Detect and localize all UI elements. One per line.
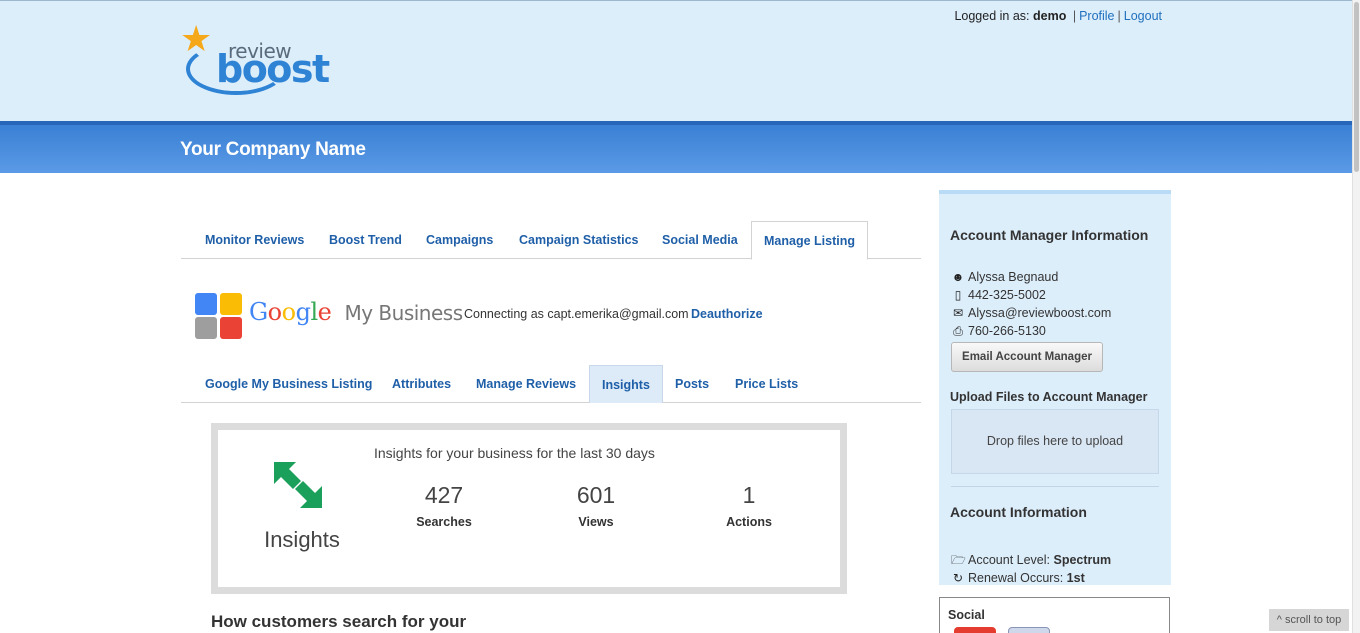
google-letter: l <box>310 298 318 326</box>
subtab-posts[interactable]: Posts <box>675 365 709 403</box>
deauthorize-link[interactable]: Deauthorize <box>691 307 763 321</box>
tab-manage-listing[interactable]: Manage Listing <box>751 221 868 260</box>
manager-phone-row: ▯ 442-325-5002 <box>951 287 1046 303</box>
account-manager-title: Account Manager Information <box>950 227 1149 243</box>
account-info-title: Account Information <box>950 504 1087 520</box>
manager-email: Alyssa@reviewboost.com <box>968 306 1112 320</box>
envelope-icon: ✉ <box>952 306 964 320</box>
metric-searches: 427 Searches <box>384 482 504 529</box>
logout-link[interactable]: Logout <box>1124 9 1162 23</box>
google-letter: e <box>317 298 332 326</box>
metric-value: 1 <box>742 482 756 508</box>
person-icon: ☻ <box>951 270 965 284</box>
manager-email-row: ✉ Alyssa@reviewboost.com <box>951 305 1111 321</box>
subtab-manage-reviews[interactable]: Manage Reviews <box>476 365 576 403</box>
renewal-value: 1st <box>1066 571 1085 585</box>
company-banner: Your Company Name <box>0 121 1352 173</box>
sidebar: Account Manager Information ☻ Alyssa Begn… <box>939 190 1171 585</box>
listing-subtabs: Google My Business Listing Attributes Ma… <box>181 365 921 403</box>
renewal-label: Renewal Occurs: <box>968 571 1064 585</box>
reviewboost-logo[interactable]: ★ review boost <box>180 21 342 100</box>
manager-name: Alyssa Begnaud <box>968 270 1059 284</box>
subtab-gmb-listing[interactable]: Google My Business Listing <box>205 365 372 403</box>
social-panel: Social <box>939 597 1170 633</box>
phone-icon: ▯ <box>954 288 962 302</box>
metric-value: 601 <box>576 482 616 508</box>
account-level-value: Spectrum <box>1053 553 1112 567</box>
metric-label: Views <box>578 515 614 529</box>
google-letter: o <box>281 298 296 326</box>
refresh-icon: ↻ <box>952 571 964 585</box>
file-drop-zone[interactable]: Drop files here to upload <box>951 409 1159 474</box>
connecting-status: Connecting as capt.emerika@gmail.com <box>464 307 689 321</box>
insights-arrows-svg <box>274 462 322 508</box>
scrollbar-thumb[interactable] <box>1354 2 1359 172</box>
email-account-manager-button[interactable]: Email Account Manager <box>951 342 1103 372</box>
google-letter: G <box>249 298 268 326</box>
subtab-attributes[interactable]: Attributes <box>392 365 451 403</box>
google-letter: g <box>295 298 311 326</box>
top-header: ★ review boost Logged in as: demo | Profi… <box>0 0 1352 121</box>
renewal-row: ↻ Renewal Occurs: 1st <box>951 570 1085 586</box>
google-letter: o <box>267 298 282 326</box>
profile-link[interactable]: Profile <box>1079 9 1114 23</box>
insights-label: Insights <box>264 527 340 552</box>
tab-monitor-reviews[interactable]: Monitor Reviews <box>205 221 304 259</box>
subtab-insights[interactable]: Insights <box>589 365 663 403</box>
scroll-to-top-button[interactable]: ^ scroll to top <box>1269 609 1349 631</box>
company-name: Your Company Name <box>180 139 366 160</box>
divider <box>951 486 1159 487</box>
logged-in-label: Logged in as: <box>954 9 1030 23</box>
my-business-text: My Business <box>344 301 463 325</box>
subtab-price-lists[interactable]: Price Lists <box>735 365 798 403</box>
manager-name-row: ☻ Alyssa Begnaud <box>951 269 1059 285</box>
manager-fax: 760-266-5130 <box>968 324 1046 338</box>
separator: | <box>1072 9 1077 23</box>
insights-panel: Insights for your business for the last … <box>211 423 847 594</box>
metric-label: Searches <box>416 515 472 529</box>
tab-social-media[interactable]: Social Media <box>662 221 738 259</box>
google-plus-icon[interactable] <box>954 627 996 633</box>
tab-boost-trend[interactable]: Boost Trend <box>329 221 402 259</box>
tab-campaign-statistics[interactable]: Campaign Statistics <box>519 221 638 259</box>
insights-heading: Insights for your business for the last … <box>374 445 655 461</box>
star-icon: ★ <box>180 18 213 59</box>
main-tabs: Monitor Reviews Boost Trend Campaigns Ca… <box>181 221 921 260</box>
search-section-heading: How customers search for your <box>211 612 467 631</box>
username: demo <box>1033 9 1067 23</box>
folder-icon: 🗁 <box>951 553 966 567</box>
manager-fax-row: ⎙ 760-266-5130 <box>951 323 1046 339</box>
metric-label: Actions <box>726 515 772 529</box>
metric-actions: 1 Actions <box>689 482 809 529</box>
page-scrollbar[interactable] <box>1352 0 1360 633</box>
account-level-row: 🗁 Account Level: Spectrum <box>951 552 1111 568</box>
google-my-business-icon <box>195 293 243 339</box>
manager-phone: 442-325-5002 <box>968 288 1046 302</box>
social-title: Social <box>948 608 985 622</box>
separator: | <box>1117 9 1121 23</box>
upload-title: Upload Files to Account Manager <box>950 390 1148 404</box>
insights-arrows-icon <box>272 460 324 510</box>
google-my-business-title: Google My Business <box>249 298 463 326</box>
metric-value: 427 <box>424 482 464 508</box>
logo-boost-text: boost <box>216 47 330 91</box>
account-level-label: Account Level: <box>968 553 1050 567</box>
facebook-icon[interactable] <box>1008 627 1050 633</box>
login-status: Logged in as: demo | Profile | Logout <box>954 9 1162 23</box>
tab-campaigns[interactable]: Campaigns <box>426 221 493 259</box>
metric-views: 601 Views <box>536 482 656 529</box>
fax-icon: ⎙ <box>953 324 963 338</box>
